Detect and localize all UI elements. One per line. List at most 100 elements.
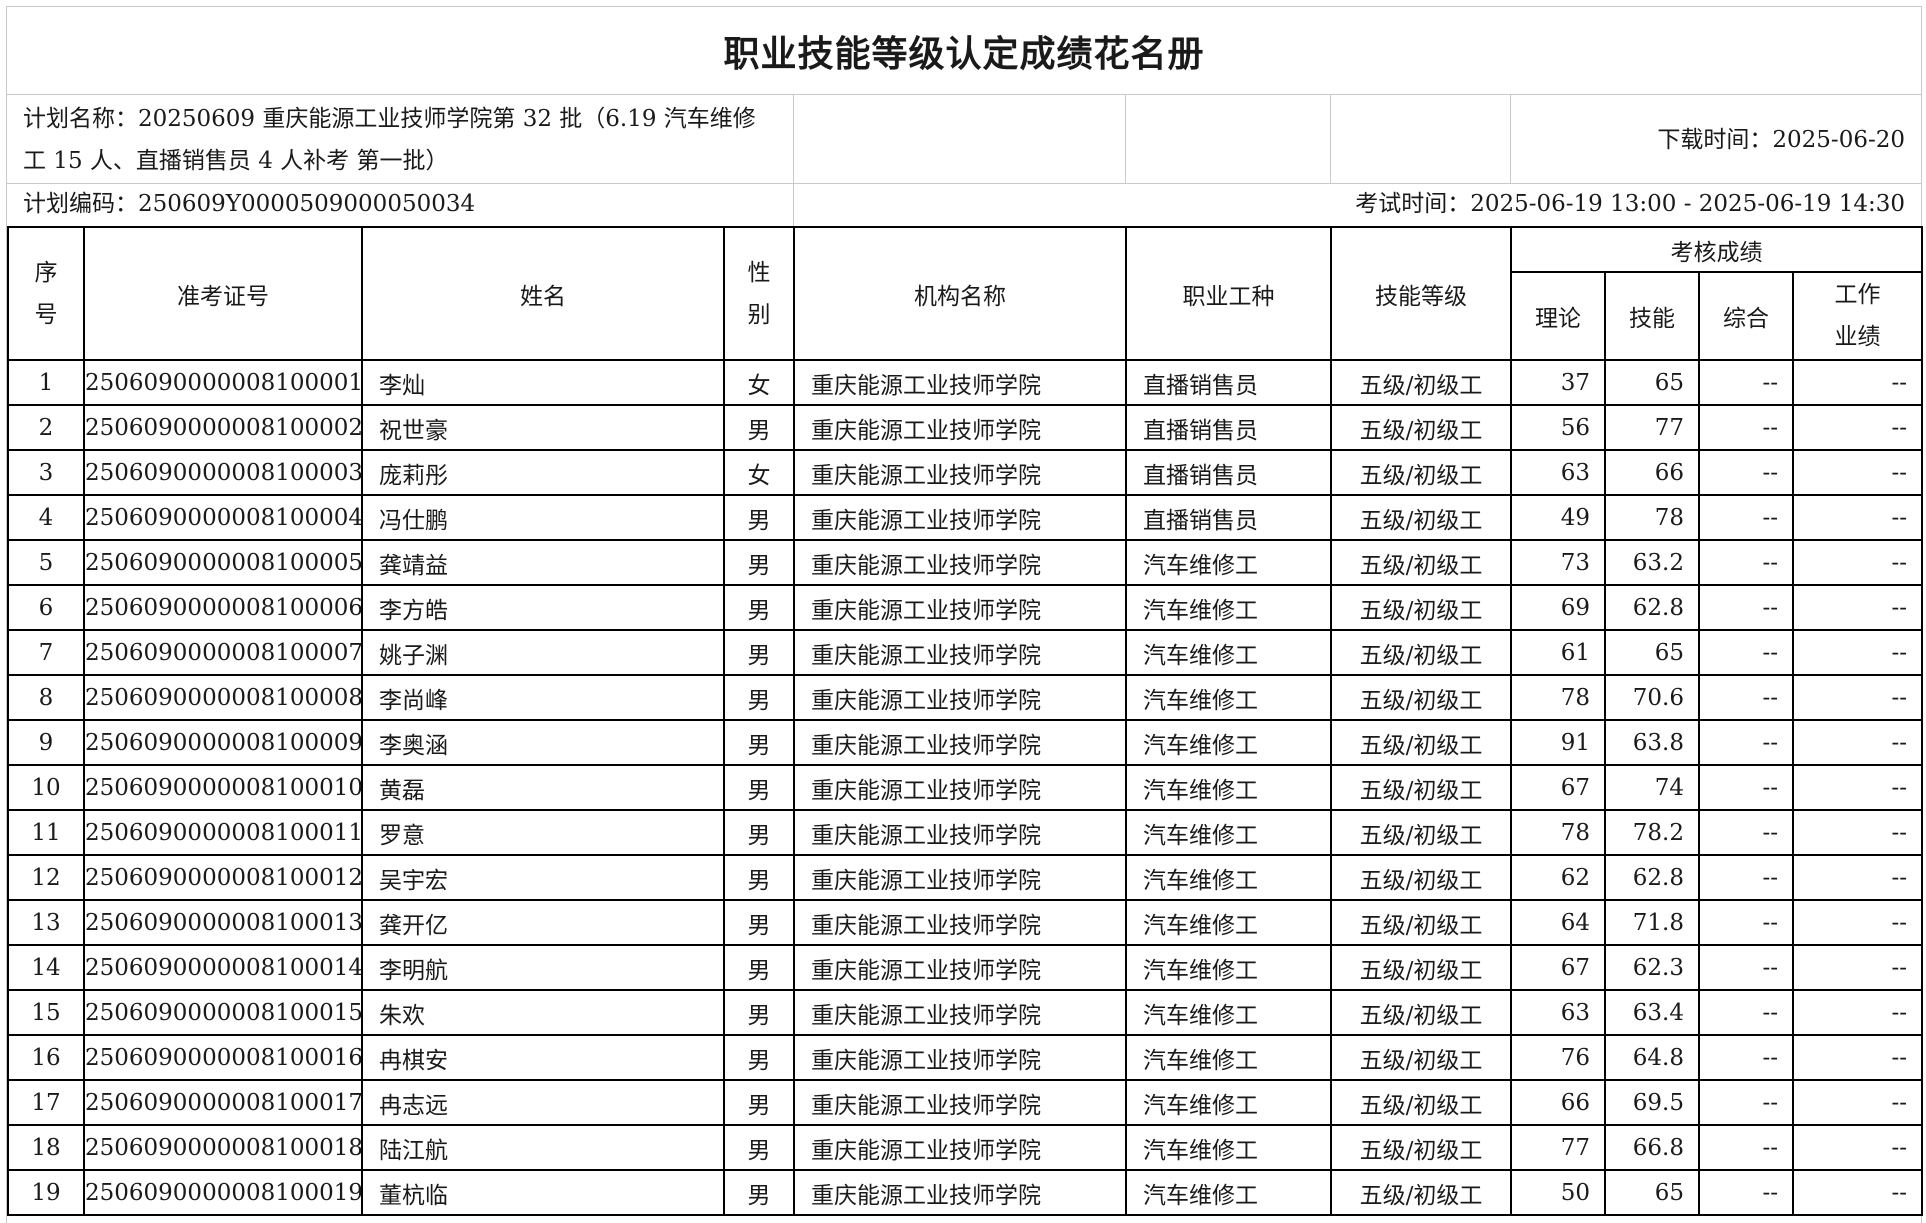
- cell-level: 五级/初级工: [1330, 539, 1512, 586]
- cell-seq: 6: [7, 584, 85, 631]
- cell-overall: --: [1698, 1079, 1794, 1126]
- cell-level: 五级/初级工: [1330, 764, 1512, 811]
- cell-ticket: 2506090000008100010: [83, 764, 363, 811]
- table-row: 13 2506090000008100013 龚开亿男重庆能源工业技师学院 汽车维修工…: [7, 899, 1923, 946]
- cell-org: 重庆能源工业技师学院: [793, 404, 1127, 451]
- page-title: 职业技能等级认定成绩花名册: [7, 7, 1921, 95]
- cell-theory: 49: [1510, 494, 1606, 541]
- cell-theory: 63: [1510, 989, 1606, 1036]
- table-row: 10 2506090000008100010 黄磊男重庆能源工业技师学院 汽车维修工五…: [7, 764, 1923, 811]
- cell-name: 龚靖益: [361, 539, 725, 586]
- cell-occupation: 汽车维修工: [1125, 539, 1332, 586]
- exam-time: 考试时间：2025-06-19 13:00 - 2025-06-19 14:30: [1355, 191, 1905, 217]
- cell-name: 李奥涵: [361, 719, 725, 766]
- header-ticket: 准考证号: [83, 226, 363, 361]
- cell-work: --: [1792, 494, 1923, 541]
- cell-level: 五级/初级工: [1330, 899, 1512, 946]
- cell-seq: 13: [7, 899, 85, 946]
- cell-name: 陆江航: [361, 1124, 725, 1171]
- header-gender-line1: 性: [747, 259, 771, 286]
- cell-ticket: 2506090000008100014: [83, 944, 363, 991]
- cell-skill: 65: [1604, 629, 1700, 676]
- cell-occupation: 直播销售员: [1125, 494, 1332, 541]
- header-work-line1: 工作: [1834, 282, 1881, 308]
- cell-name: 姚子渊: [361, 629, 725, 676]
- cell-org: 重庆能源工业技师学院: [793, 1034, 1127, 1081]
- cell-level: 五级/初级工: [1330, 989, 1512, 1036]
- cell-theory: 62: [1510, 854, 1606, 901]
- cell-occupation: 汽车维修工: [1125, 944, 1332, 991]
- table-row: 7 2506090000008100007 姚子渊男重庆能源工业技师学院 汽车维修工五…: [7, 629, 1923, 676]
- cell-occupation: 汽车维修工: [1125, 809, 1332, 856]
- info-col-divider: [1125, 95, 1126, 183]
- cell-org: 重庆能源工业技师学院: [793, 809, 1127, 856]
- cell-org: 重庆能源工业技师学院: [793, 764, 1127, 811]
- cell-name: 李尚峰: [361, 674, 725, 721]
- header-work-line2: 业绩: [1834, 324, 1881, 350]
- header-overall: 综合: [1698, 271, 1794, 361]
- cell-level: 五级/初级工: [1330, 404, 1512, 451]
- cell-work: --: [1792, 404, 1923, 451]
- cell-org: 重庆能源工业技师学院: [793, 539, 1127, 586]
- cell-occupation: 汽车维修工: [1125, 1079, 1332, 1126]
- cell-work: --: [1792, 1169, 1923, 1216]
- cell-ticket: 2506090000008100018: [83, 1124, 363, 1171]
- cell-work: --: [1792, 944, 1923, 991]
- cell-ticket: 2506090000008100009: [83, 719, 363, 766]
- download-time: 下载时间：2025-06-20: [1657, 127, 1905, 153]
- cell-overall: --: [1698, 989, 1794, 1036]
- cell-ticket: 2506090000008100006: [83, 584, 363, 631]
- cell-occupation: 汽车维修工: [1125, 899, 1332, 946]
- cell-org: 重庆能源工业技师学院: [793, 1169, 1127, 1216]
- info-col-divider: [793, 183, 794, 226]
- cell-gender: 男: [723, 1034, 795, 1081]
- cell-occupation: 直播销售员: [1125, 359, 1332, 406]
- score-table: 序 号 准考证号 姓名 性 别 机构名称 职业工种 技能等级 考核成绩 理论 技…: [7, 226, 1923, 1216]
- cell-overall: --: [1698, 449, 1794, 496]
- cell-org: 重庆能源工业技师学院: [793, 629, 1127, 676]
- info-col-divider: [793, 95, 794, 183]
- cell-level: 五级/初级工: [1330, 674, 1512, 721]
- cell-seq: 8: [7, 674, 85, 721]
- cell-ticket: 2506090000008100001: [83, 359, 363, 406]
- cell-level: 五级/初级工: [1330, 584, 1512, 631]
- cell-ticket: 2506090000008100002: [83, 404, 363, 451]
- cell-theory: 76: [1510, 1034, 1606, 1081]
- info-col-divider: [1330, 95, 1331, 183]
- cell-theory: 73: [1510, 539, 1606, 586]
- cell-work: --: [1792, 764, 1923, 811]
- table-row: 3 2506090000008100003 庞莉彤女重庆能源工业技师学院 直播销售员五…: [7, 449, 1923, 496]
- cell-skill: 71.8: [1604, 899, 1700, 946]
- cell-theory: 69: [1510, 584, 1606, 631]
- table-row: 4 2506090000008100004 冯仕鹏男重庆能源工业技师学院 直播销售员五…: [7, 494, 1923, 541]
- cell-work: --: [1792, 1079, 1923, 1126]
- cell-occupation: 汽车维修工: [1125, 1169, 1332, 1216]
- cell-name: 黄磊: [361, 764, 725, 811]
- header-level: 技能等级: [1330, 226, 1512, 361]
- cell-work: --: [1792, 629, 1923, 676]
- header-theory: 理论: [1510, 271, 1606, 361]
- cell-work: --: [1792, 359, 1923, 406]
- cell-level: 五级/初级工: [1330, 494, 1512, 541]
- table-row: 11 2506090000008100011 罗意男重庆能源工业技师学院 汽车维修工五…: [7, 809, 1923, 856]
- cell-work: --: [1792, 899, 1923, 946]
- cell-org: 重庆能源工业技师学院: [793, 719, 1127, 766]
- cell-occupation: 直播销售员: [1125, 449, 1332, 496]
- cell-ticket: 2506090000008100012: [83, 854, 363, 901]
- cell-name: 吴宇宏: [361, 854, 725, 901]
- cell-seq: 1: [7, 359, 85, 406]
- cell-name: 庞莉彤: [361, 449, 725, 496]
- cell-name: 李明航: [361, 944, 725, 991]
- cell-theory: 91: [1510, 719, 1606, 766]
- cell-org: 重庆能源工业技师学院: [793, 1079, 1127, 1126]
- cell-occupation: 汽车维修工: [1125, 854, 1332, 901]
- plan-name-line2: 工 15 人、直播销售员 4 人补考 第一批）: [23, 148, 449, 174]
- cell-name: 罗意: [361, 809, 725, 856]
- table-row: 1 2506090000008100001 李灿女重庆能源工业技师学院 直播销售员 五级…: [7, 359, 1923, 406]
- cell-level: 五级/初级工: [1330, 854, 1512, 901]
- table-row: 5 2506090000008100005 龚靖益男重庆能源工业技师学院 汽车维修工五…: [7, 539, 1923, 586]
- cell-theory: 77: [1510, 1124, 1606, 1171]
- cell-work: --: [1792, 719, 1923, 766]
- cell-level: 五级/初级工: [1330, 809, 1512, 856]
- header-skill: 技能: [1604, 271, 1700, 361]
